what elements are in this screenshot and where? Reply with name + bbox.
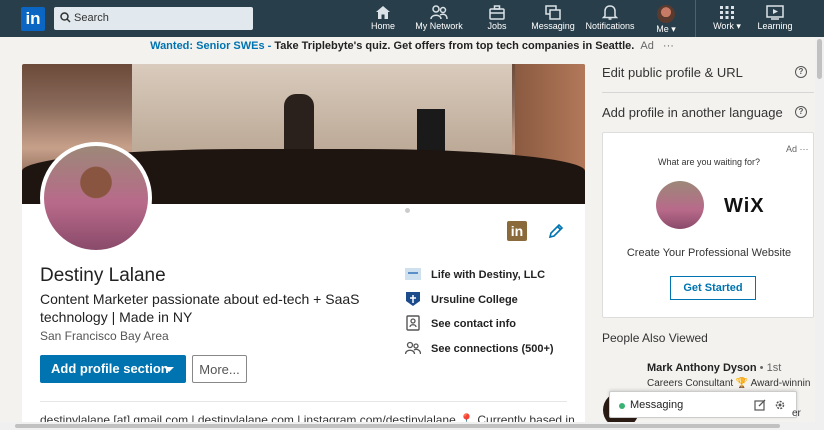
nav-home[interactable]: Home [369,5,397,35]
sidebar-ad-tagline: Create Your Professional Website [626,247,792,259]
ad-more-icon[interactable]: ··· [800,144,809,154]
linkedin-badge-icon[interactable]: in [507,221,527,241]
wix-logo: WiX [724,195,765,217]
horizontal-scrollbar-thumb[interactable] [15,424,780,428]
more-button[interactable]: More... [192,355,247,383]
add-language-profile-link[interactable]: Add profile in another language [602,105,783,120]
messaging-trailing-text: er [792,408,801,419]
info-connections-label: See connections (500+) [431,342,554,355]
company-icon [405,268,421,280]
profile-divider [40,401,567,402]
linkedin-logo[interactable]: in [21,7,45,31]
info-company-label: Life with Destiny, LLC [431,269,546,281]
sidebar-ad-photo [656,181,704,229]
cover-indicator-dot [405,208,410,213]
nav-my-network-label: My Network [415,21,463,31]
nav-learning-label: Learning [757,21,793,31]
messaging-bar[interactable]: Messaging er [609,391,801,419]
home-icon [376,6,390,19]
add-profile-section-button[interactable]: Add profile section [40,355,186,383]
person-name[interactable]: Mark Anthony Dyson • 1st [647,362,781,374]
nav-messaging[interactable]: Messaging [529,5,577,35]
nav-messaging-label: Messaging [531,21,575,31]
get-started-button[interactable]: Get Started [670,276,756,300]
search-input[interactable]: Search [54,7,253,30]
add-profile-section-label: Add profile section [51,361,169,376]
edit-public-profile-link[interactable]: Edit public profile & URL [602,65,743,80]
nav-jobs-label: Jobs [487,21,507,31]
profile-headline: Content Marketer passionate about ed-tec… [40,291,360,325]
messaging-label: Messaging [630,399,684,411]
info-contact-label: See contact info [431,318,516,330]
profile-info-list: Life with Destiny, LLC Ursuline College … [405,266,585,364]
info-connections[interactable]: See connections (500+) [405,340,585,365]
avatar [657,5,675,23]
info-school-label: Ursuline College [431,293,518,306]
profile-name: Destiny Lalane [40,265,166,286]
nav-home-label: Home [370,21,395,31]
connections-icon [405,341,421,354]
chevron-down-icon [164,367,174,372]
vertical-scrollbar[interactable] [815,37,824,430]
profile-card: in Destiny Lalane Content Marketer passi… [22,64,585,430]
nav-notifications[interactable]: Notifications [583,5,637,35]
top-nav: in Search Home My Network Jobs Messaging… [0,0,824,37]
profile-photo[interactable] [40,142,152,254]
info-company[interactable]: Life with Destiny, LLC [405,266,585,291]
nav-notifications-label: Notifications [585,21,635,31]
nav-me-label: Me ▾ [656,24,676,34]
nav-work[interactable]: Work ▾ [710,5,744,35]
ad-more-icon[interactable]: ··· [663,40,674,52]
nav-work-label: Work ▾ [713,21,741,31]
contact-card-icon [406,315,420,331]
nav-me[interactable]: Me ▾ [652,5,680,35]
play-icon [766,5,784,20]
ad-banner-highlight[interactable]: Wanted: Senior SWEs - [150,40,271,52]
ad-banner[interactable]: Wanted: Senior SWEs - Take Triplebyte's … [0,37,824,57]
nav-jobs[interactable]: Jobs [484,5,510,35]
help-icon[interactable]: ? [795,106,807,118]
horizontal-scrollbar[interactable] [0,422,815,430]
sidebar-divider [602,92,814,93]
online-status-icon [619,403,625,409]
vertical-scrollbar-thumb[interactable] [817,39,822,79]
messaging-icon [545,5,561,20]
school-icon [406,291,420,306]
compose-icon[interactable] [754,399,766,411]
edit-pencil-icon[interactable] [548,223,564,239]
network-icon [430,5,448,20]
info-contact[interactable]: See contact info [405,315,585,340]
help-icon[interactable]: ? [795,66,807,78]
nav-learning[interactable]: Learning [756,5,794,35]
bell-icon [602,5,618,20]
sidebar-ad-question: What are you waiting for? [657,157,761,167]
ad-label: Ad [640,40,654,52]
search-icon [60,12,71,23]
sidebar-ad-label: Ad ··· [786,144,809,154]
nav-my-network[interactable]: My Network [412,5,466,35]
profile-location: San Francisco Bay Area [40,329,169,343]
person-degree: • 1st [756,362,782,374]
gear-icon[interactable] [774,399,786,411]
ad-banner-text[interactable]: Take Triplebyte's quiz. Get offers from … [271,40,634,52]
info-school[interactable]: Ursuline College [405,291,585,316]
sidebar-ad-card: Ad ··· What are you waiting for? WiX Cre… [602,132,814,318]
grid-icon [720,6,734,19]
person-title: Careers Consultant 🏆 Award-winnin [647,378,811,389]
briefcase-icon [489,5,505,20]
people-also-viewed-title: People Also Viewed [602,331,708,345]
nav-divider [695,0,696,37]
search-placeholder: Search [74,12,109,24]
